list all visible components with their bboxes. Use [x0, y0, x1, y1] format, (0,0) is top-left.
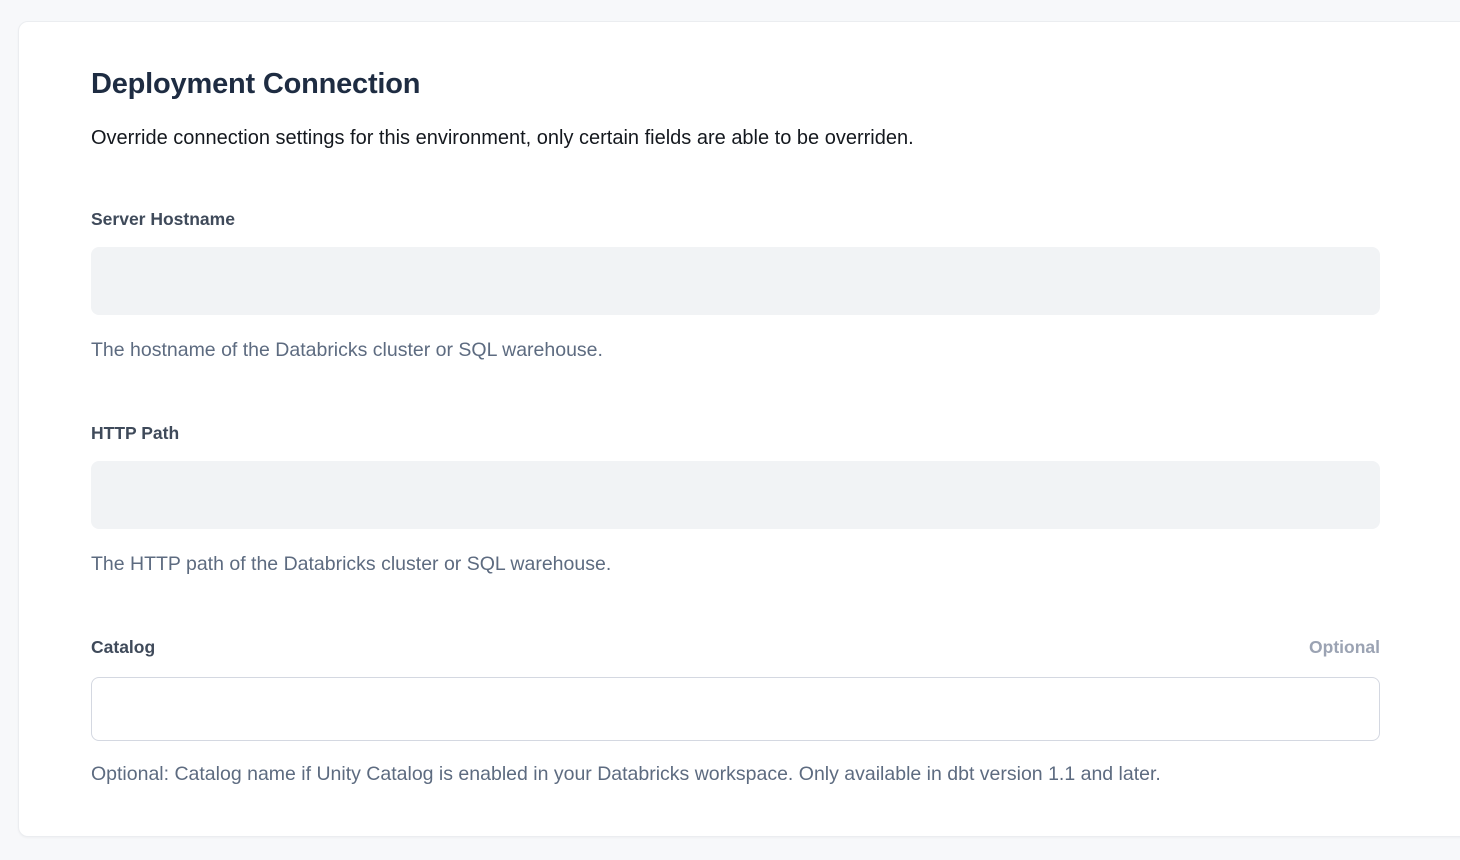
- server-hostname-input: [91, 247, 1380, 315]
- card-content: Deployment Connection Override connectio…: [19, 22, 1380, 787]
- http-path-input: [91, 461, 1380, 529]
- deployment-connection-card: Deployment Connection Override connectio…: [18, 21, 1460, 837]
- field-group-catalog: Catalog Optional Optional: Catalog name …: [91, 636, 1380, 787]
- field-label-row: Server Hostname: [91, 208, 1380, 230]
- catalog-label: Catalog: [91, 636, 155, 658]
- field-group-server-hostname: Server Hostname The hostname of the Data…: [91, 208, 1380, 363]
- server-hostname-label: Server Hostname: [91, 208, 235, 230]
- field-label-row: Catalog Optional: [91, 636, 1380, 658]
- field-label-row: HTTP Path: [91, 422, 1380, 444]
- page-title: Deployment Connection: [91, 66, 1380, 102]
- http-path-help: The HTTP path of the Databricks cluster …: [91, 552, 1380, 577]
- catalog-optional-badge: Optional: [1309, 636, 1380, 658]
- server-hostname-help: The hostname of the Databricks cluster o…: [91, 338, 1380, 363]
- http-path-label: HTTP Path: [91, 422, 179, 444]
- field-group-http-path: HTTP Path The HTTP path of the Databrick…: [91, 422, 1380, 577]
- page-subtitle: Override connection settings for this en…: [91, 125, 1380, 151]
- catalog-help: Optional: Catalog name if Unity Catalog …: [91, 762, 1380, 787]
- catalog-input[interactable]: [91, 677, 1380, 741]
